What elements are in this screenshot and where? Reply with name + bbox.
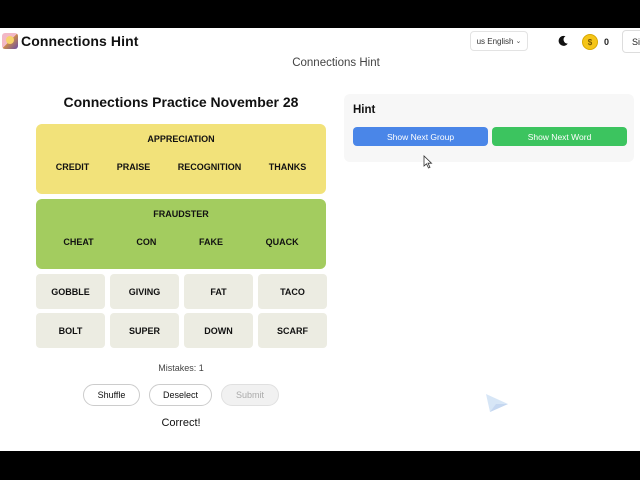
site-header: Connections Hint us English ⌄ $ 0 Si (0, 28, 640, 56)
app-window: Connections Hint us English ⌄ $ 0 Si Con… (0, 28, 640, 451)
chevron-down-icon: ⌄ (515, 38, 522, 45)
hint-panel: Hint Show Next Group Show Next Word (344, 94, 634, 162)
solved-group-appreciation: APPRECIATION CREDIT PRAISE RECOGNITION T… (36, 124, 326, 194)
page-subtitle: Connections Hint (292, 57, 380, 69)
show-next-group-button[interactable]: Show Next Group (353, 127, 488, 146)
deselect-button[interactable]: Deselect (149, 384, 212, 406)
group-word: PRAISE (116, 162, 151, 172)
watermark-icon (486, 394, 508, 412)
word-tile[interactable]: SCARF (258, 313, 327, 348)
group-category: APPRECIATION (147, 134, 215, 144)
group-words: CHEAT CON FAKE QUACK (42, 237, 320, 247)
group-category: FRAUDSTER (153, 209, 209, 219)
moon-icon[interactable] (557, 35, 569, 47)
group-word: THANKS (268, 162, 307, 172)
shuffle-button[interactable]: Shuffle (83, 384, 140, 406)
submit-button[interactable]: Submit (221, 384, 279, 406)
logo-icon[interactable] (2, 33, 18, 49)
word-tile[interactable]: SUPER (110, 313, 179, 348)
word-tile[interactable]: FAT (184, 274, 253, 309)
group-word: CHEAT (63, 237, 94, 247)
language-label: us English (476, 36, 514, 46)
result-message: Correct! (161, 417, 201, 429)
word-tile[interactable]: TACO (258, 274, 327, 309)
coin-icon[interactable]: $ (582, 34, 598, 50)
group-word: CREDIT (55, 162, 90, 172)
language-select[interactable]: us English ⌄ (470, 31, 528, 51)
word-tile[interactable]: GIVING (110, 274, 179, 309)
cursor-icon (423, 155, 433, 169)
solved-group-fraudster: FRAUDSTER CHEAT CON FAKE QUACK (36, 199, 326, 269)
show-next-word-button[interactable]: Show Next Word (492, 127, 627, 146)
group-word: RECOGNITION (177, 162, 242, 172)
signin-button[interactable]: Si (622, 30, 640, 53)
word-tile[interactable]: BOLT (36, 313, 105, 348)
game-title: Connections Practice November 28 (63, 94, 299, 110)
site-brand[interactable]: Connections Hint (21, 33, 138, 49)
coin-count: 0 (604, 37, 610, 47)
group-word: FAKE (198, 237, 223, 247)
group-words: CREDIT PRAISE RECOGNITION THANKS (42, 162, 320, 172)
word-tile[interactable]: DOWN (184, 313, 253, 348)
group-word: CON (136, 237, 157, 247)
group-word: QUACK (265, 237, 299, 247)
mistakes-counter: Mistakes: 1 (158, 363, 204, 373)
word-tile[interactable]: GOBBLE (36, 274, 105, 309)
hint-title: Hint (353, 104, 376, 116)
